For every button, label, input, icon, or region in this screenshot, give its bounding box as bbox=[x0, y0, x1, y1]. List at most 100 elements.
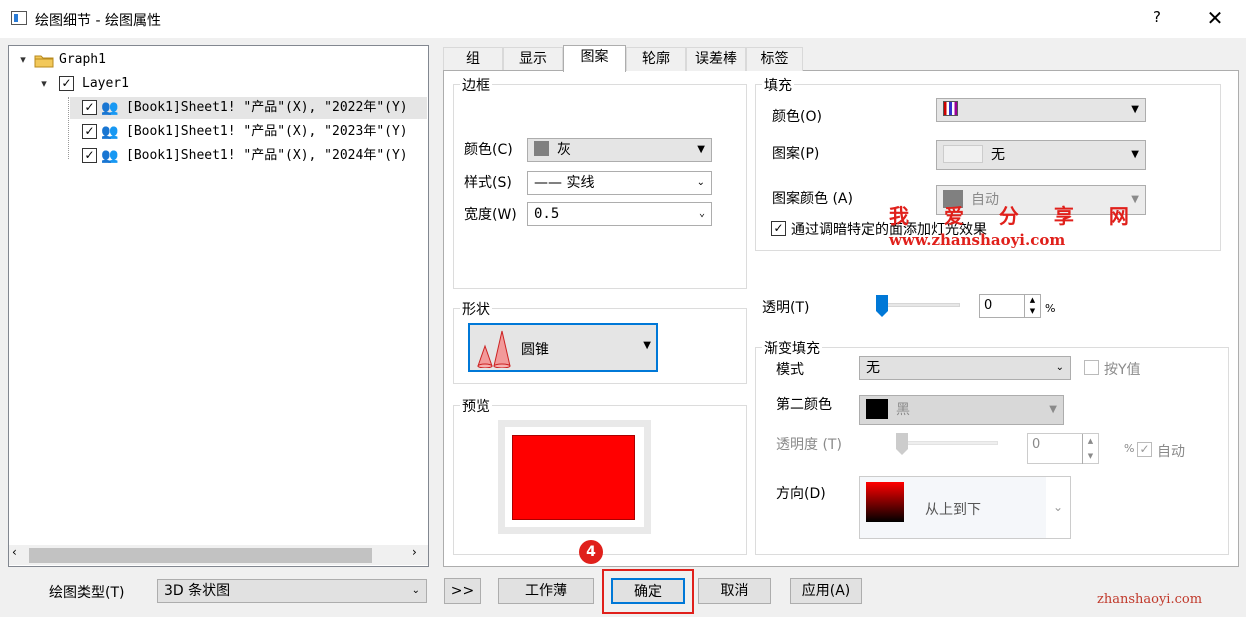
plot-type-select[interactable]: 3D 条状图 ⌄ bbox=[157, 579, 427, 603]
window-title: 绘图细节 - 绘图属性 bbox=[35, 13, 161, 29]
gradient-transparency-value: 0 bbox=[1032, 437, 1041, 452]
spin-up-icon[interactable]: ▲ bbox=[1024, 295, 1040, 306]
apply-button[interactable]: 应用(A) bbox=[790, 578, 862, 604]
layer-checkbox[interactable]: ✓ bbox=[59, 76, 74, 91]
gray-swatch-icon bbox=[534, 141, 549, 156]
plot-checkbox[interactable]: ✓ bbox=[82, 124, 97, 139]
border-color-select[interactable]: 灰 ▼ bbox=[527, 138, 712, 162]
preview-canvas bbox=[505, 427, 644, 527]
window-icon bbox=[11, 11, 27, 25]
transparency-spinner[interactable]: 0 ▲ ▼ bbox=[979, 294, 1041, 318]
cancel-button[interactable]: 取消 bbox=[698, 578, 771, 604]
tab-outline[interactable]: 轮廓 bbox=[626, 47, 686, 71]
border-width-select[interactable]: 0.5 ⌄ bbox=[527, 202, 712, 226]
pattern-color-label: 图案颜色 (A) bbox=[772, 191, 853, 207]
direction-select[interactable]: 从上到下 ⌄ bbox=[859, 476, 1071, 539]
percent-unit: % bbox=[1045, 302, 1056, 315]
tree-plot-item[interactable]: ✓ 👥 [Book1]Sheet1! "产品"(X), "2024年"(Y) bbox=[70, 145, 427, 167]
preview-frame bbox=[498, 420, 651, 534]
workbook-button[interactable]: 工作薄 bbox=[498, 578, 594, 604]
by-y-checkbox[interactable] bbox=[1084, 360, 1099, 375]
plot-checkbox[interactable]: ✓ bbox=[82, 148, 97, 163]
border-style-select[interactable]: —— 实线 ⌄ bbox=[527, 171, 712, 195]
auto-checkbox[interactable]: ✓ bbox=[1137, 442, 1152, 457]
by-y-label: 按Y值 bbox=[1104, 362, 1141, 378]
pattern-swatch-icon bbox=[943, 145, 983, 163]
chevron-down-icon: ▼ bbox=[697, 144, 705, 155]
chevron-down-icon: ⌄ bbox=[411, 585, 420, 596]
tab-label[interactable]: 标签 bbox=[746, 47, 803, 71]
gradient-transparency-label: 透明度 (T) bbox=[776, 437, 842, 453]
gradient-transparency-spinner[interactable]: 0 ▲ ▼ bbox=[1027, 433, 1099, 464]
tab-error-bar[interactable]: 误差棒 bbox=[686, 47, 746, 71]
cone-icon bbox=[477, 330, 511, 368]
direction-value: 从上到下 bbox=[925, 502, 981, 518]
scroll-left-icon[interactable]: ‹ bbox=[12, 545, 17, 559]
gradient-percent-unit: % bbox=[1124, 442, 1135, 455]
transparency-value: 0 bbox=[984, 298, 993, 313]
second-color-select[interactable]: 黑 ▼ bbox=[859, 395, 1064, 425]
chevron-down-icon: ▼ bbox=[1131, 104, 1139, 115]
spin-down-icon[interactable]: ▼ bbox=[1082, 449, 1098, 464]
tab-group[interactable]: 组 bbox=[443, 47, 503, 71]
tree-label-layer: Layer1 bbox=[82, 76, 129, 91]
gradient-group-title: 渐变填充 bbox=[762, 338, 822, 358]
gradient-slider-track[interactable] bbox=[898, 441, 998, 445]
border-style-label: 样式(S) bbox=[464, 175, 512, 191]
help-button[interactable]: ? bbox=[1143, 8, 1171, 30]
plot-group-icon: 👥 bbox=[101, 148, 119, 164]
chevron-down-icon: ▼ bbox=[643, 340, 651, 351]
fill-pattern-value: 无 bbox=[991, 147, 1005, 163]
tab-display[interactable]: 显示 bbox=[503, 47, 563, 71]
chevron-down-icon: ⌄ bbox=[696, 177, 705, 188]
preview-swatch bbox=[512, 435, 635, 520]
expand-button[interactable]: >> bbox=[444, 578, 481, 604]
close-button[interactable]: ✕ bbox=[1200, 6, 1230, 32]
fill-group-title: 填充 bbox=[762, 75, 794, 95]
tree-guide bbox=[68, 97, 69, 159]
spin-up-icon[interactable]: ▲ bbox=[1082, 434, 1098, 449]
spin-down-icon[interactable]: ▼ bbox=[1024, 306, 1040, 317]
plot-type-value: 3D 条状图 bbox=[164, 583, 231, 599]
transparency-slider-thumb[interactable] bbox=[874, 294, 890, 318]
fill-pattern-label: 图案(P) bbox=[772, 146, 820, 162]
ok-button[interactable]: 确定 bbox=[611, 578, 685, 604]
fill-color-label: 颜色(O) bbox=[772, 109, 822, 125]
tree-label-plot: [Book1]Sheet1! "产品"(X), "2023年"(Y) bbox=[126, 124, 408, 139]
fill-color-select[interactable]: ▼ bbox=[936, 98, 1146, 122]
second-color-value: 黑 bbox=[896, 402, 910, 418]
border-width-value: 0.5 bbox=[534, 206, 560, 222]
gradient-mode-select[interactable]: 无 ⌄ bbox=[859, 356, 1071, 380]
scroll-right-icon[interactable]: › bbox=[412, 545, 417, 559]
folder-icon bbox=[34, 55, 54, 68]
auto-label: 自动 bbox=[1157, 444, 1185, 460]
transparency-label: 透明(T) bbox=[762, 300, 810, 316]
scrollbar-thumb[interactable] bbox=[29, 548, 372, 563]
tree-label-plot: [Book1]Sheet1! "产品"(X), "2022年"(Y) bbox=[126, 100, 408, 115]
chevron-down-icon: ⌄ bbox=[1055, 362, 1064, 373]
black-swatch-icon bbox=[866, 399, 888, 419]
watermark-url: www.zhanshaoyi.com bbox=[889, 231, 1066, 249]
plot-type-label: 绘图类型(T) bbox=[49, 585, 125, 601]
plot-group-icon: 👥 bbox=[101, 124, 119, 140]
watermark-title: 我 爱 分 享 网 bbox=[889, 204, 1143, 228]
chevron-down-icon: ▼ bbox=[1049, 404, 1057, 415]
tab-pattern[interactable]: 图案 bbox=[563, 45, 626, 72]
tree-plot-item[interactable]: ✓ 👥 [Book1]Sheet1! "产品"(X), "2023年"(Y) bbox=[70, 121, 427, 143]
plot-group-icon: 👥 bbox=[101, 100, 119, 116]
second-color-label: 第二颜色 bbox=[776, 397, 832, 413]
fill-pattern-select[interactable]: 无 ▼ bbox=[936, 140, 1146, 170]
light-effect-checkbox[interactable]: ✓ bbox=[771, 221, 786, 236]
shape-select[interactable]: 圆锥 ▼ bbox=[468, 323, 658, 372]
plot-checkbox[interactable]: ✓ bbox=[82, 100, 97, 115]
tree-label-graph: Graph1 bbox=[59, 52, 106, 67]
chevron-down-icon[interactable]: ▾ bbox=[37, 73, 51, 95]
tree-plot-item[interactable]: ✓ 👥 [Book1]Sheet1! "产品"(X), "2022年"(Y) bbox=[70, 97, 427, 119]
preview-group-title: 预览 bbox=[460, 396, 492, 416]
chevron-down-icon[interactable]: ▾ bbox=[16, 49, 30, 71]
border-group-title: 边框 bbox=[460, 75, 492, 95]
gradient-mode-value: 无 bbox=[866, 360, 880, 376]
gradient-direction-icon bbox=[866, 482, 904, 522]
chevron-down-icon: ⌄ bbox=[1046, 477, 1070, 538]
gradient-slider-thumb[interactable] bbox=[894, 432, 910, 456]
